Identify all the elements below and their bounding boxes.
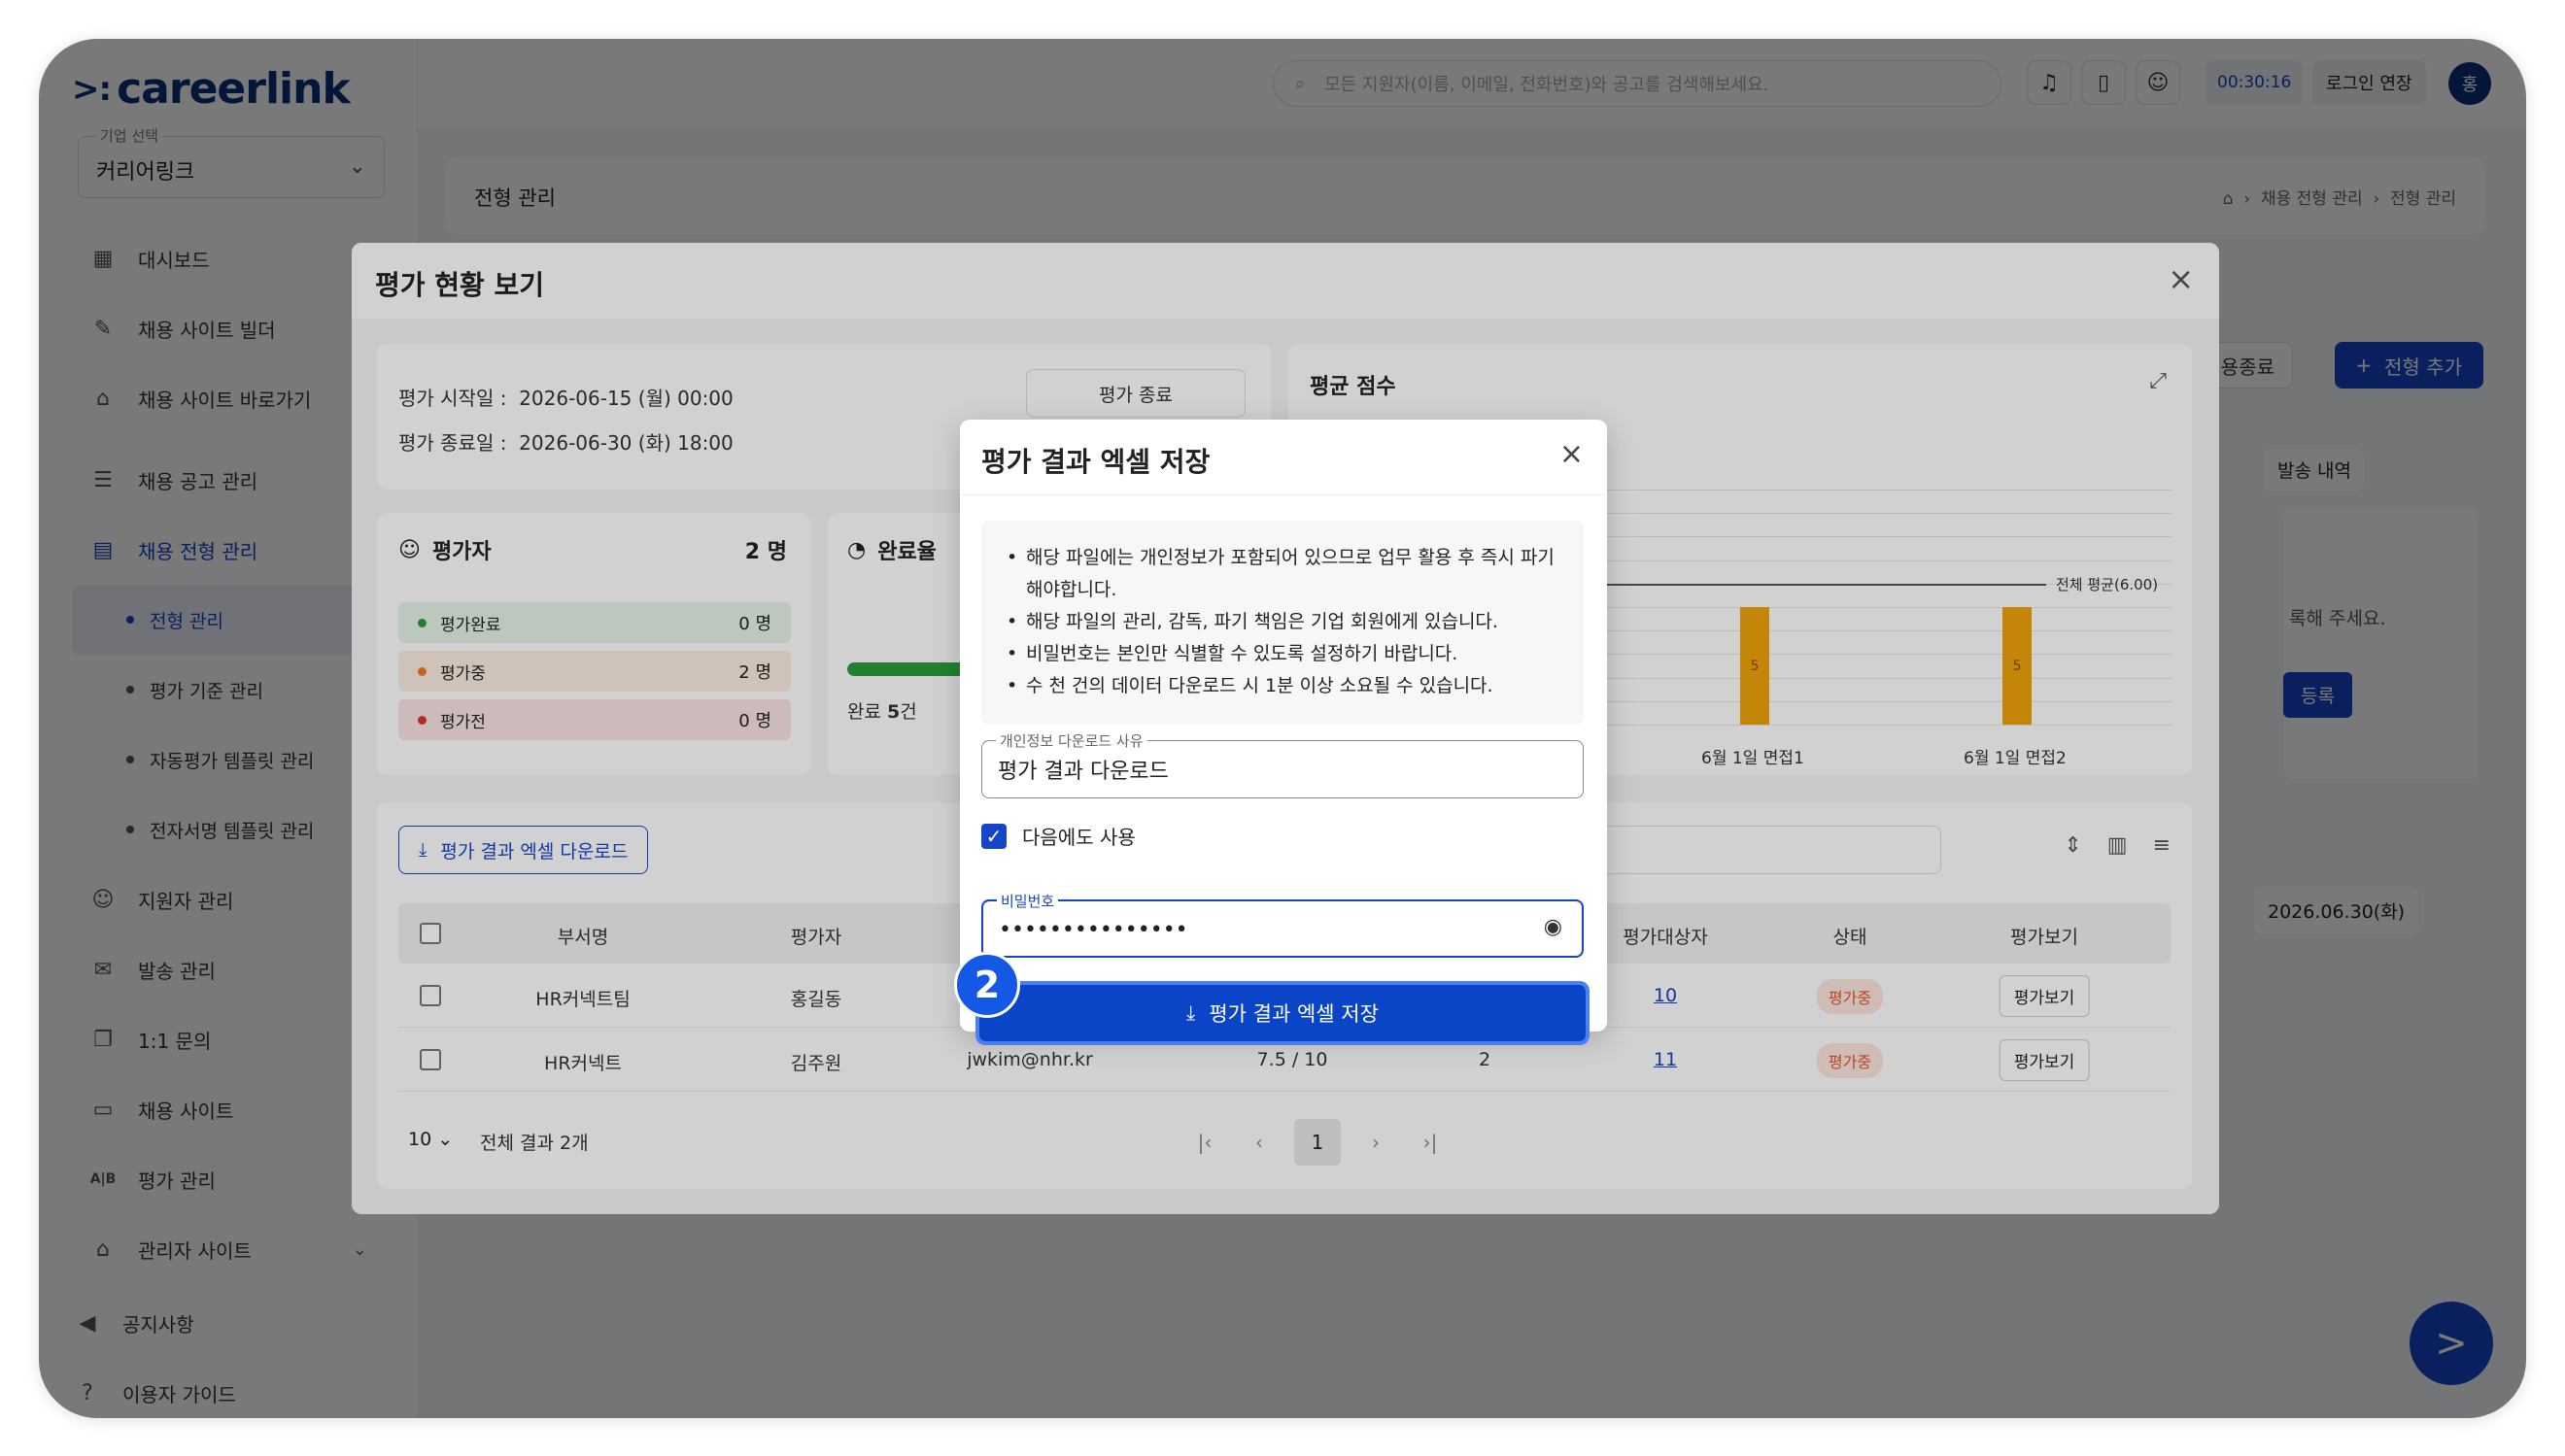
- download-reason-field: 개인정보 다운로드 사유: [981, 730, 1584, 798]
- download-reason-input[interactable]: [998, 755, 1522, 784]
- eye-icon[interactable]: ◉: [1544, 915, 1562, 939]
- notice-item: 수 천 건의 데이터 다운로드 시 1분 이상 소요될 수 있습니다.: [1005, 670, 1560, 702]
- password-field: 비밀번호 ◉: [981, 891, 1584, 958]
- password-input[interactable]: [999, 915, 1523, 944]
- modal-title: 평가 결과 엑셀 저장: [981, 446, 1211, 478]
- notice-box: 해당 파일에는 개인정보가 포함되어 있으므로 업무 활용 후 즉시 파기해야합…: [981, 521, 1584, 725]
- download-icon: ⤓: [1186, 1000, 1196, 1025]
- notice-item: 비밀번호는 본인만 식별할 수 있도록 설정하기 바랍니다.: [1005, 638, 1560, 670]
- password-label: 비밀번호: [997, 891, 1059, 911]
- app-window: >: careerlink 기업 선택 커리어링크 ⌄ ▦ 대시보드 ✎ 채용 사이…: [39, 39, 2526, 1418]
- excel-save-modal: 평가 결과 엑셀 저장 × 해당 파일에는 개인정보가 포함되어 있으므로 업무…: [954, 420, 1607, 1045]
- reuse-checkbox[interactable]: ✓: [981, 823, 1007, 849]
- notice-item: 해당 파일에는 개인정보가 포함되어 있으므로 업무 활용 후 즉시 파기해야합…: [1005, 542, 1560, 606]
- reuse-checkbox-row[interactable]: ✓ 다음에도 사용: [981, 822, 1136, 850]
- notice-item: 해당 파일의 관리, 감독, 파기 책임은 기업 회원에게 있습니다.: [1005, 606, 1560, 638]
- save-excel-button[interactable]: ⤓ 평가 결과 엑셀 저장: [975, 981, 1590, 1045]
- step-number-badge: 2: [954, 952, 1020, 1018]
- close-icon[interactable]: ×: [1559, 437, 1584, 471]
- save-excel-label: 평가 결과 엑셀 저장: [1209, 1002, 1379, 1026]
- modal-header: 평가 결과 엑셀 저장 ×: [960, 420, 1607, 495]
- reuse-label: 다음에도 사용: [1022, 826, 1136, 849]
- download-reason-label: 개인정보 다운로드 사유: [996, 730, 1147, 751]
